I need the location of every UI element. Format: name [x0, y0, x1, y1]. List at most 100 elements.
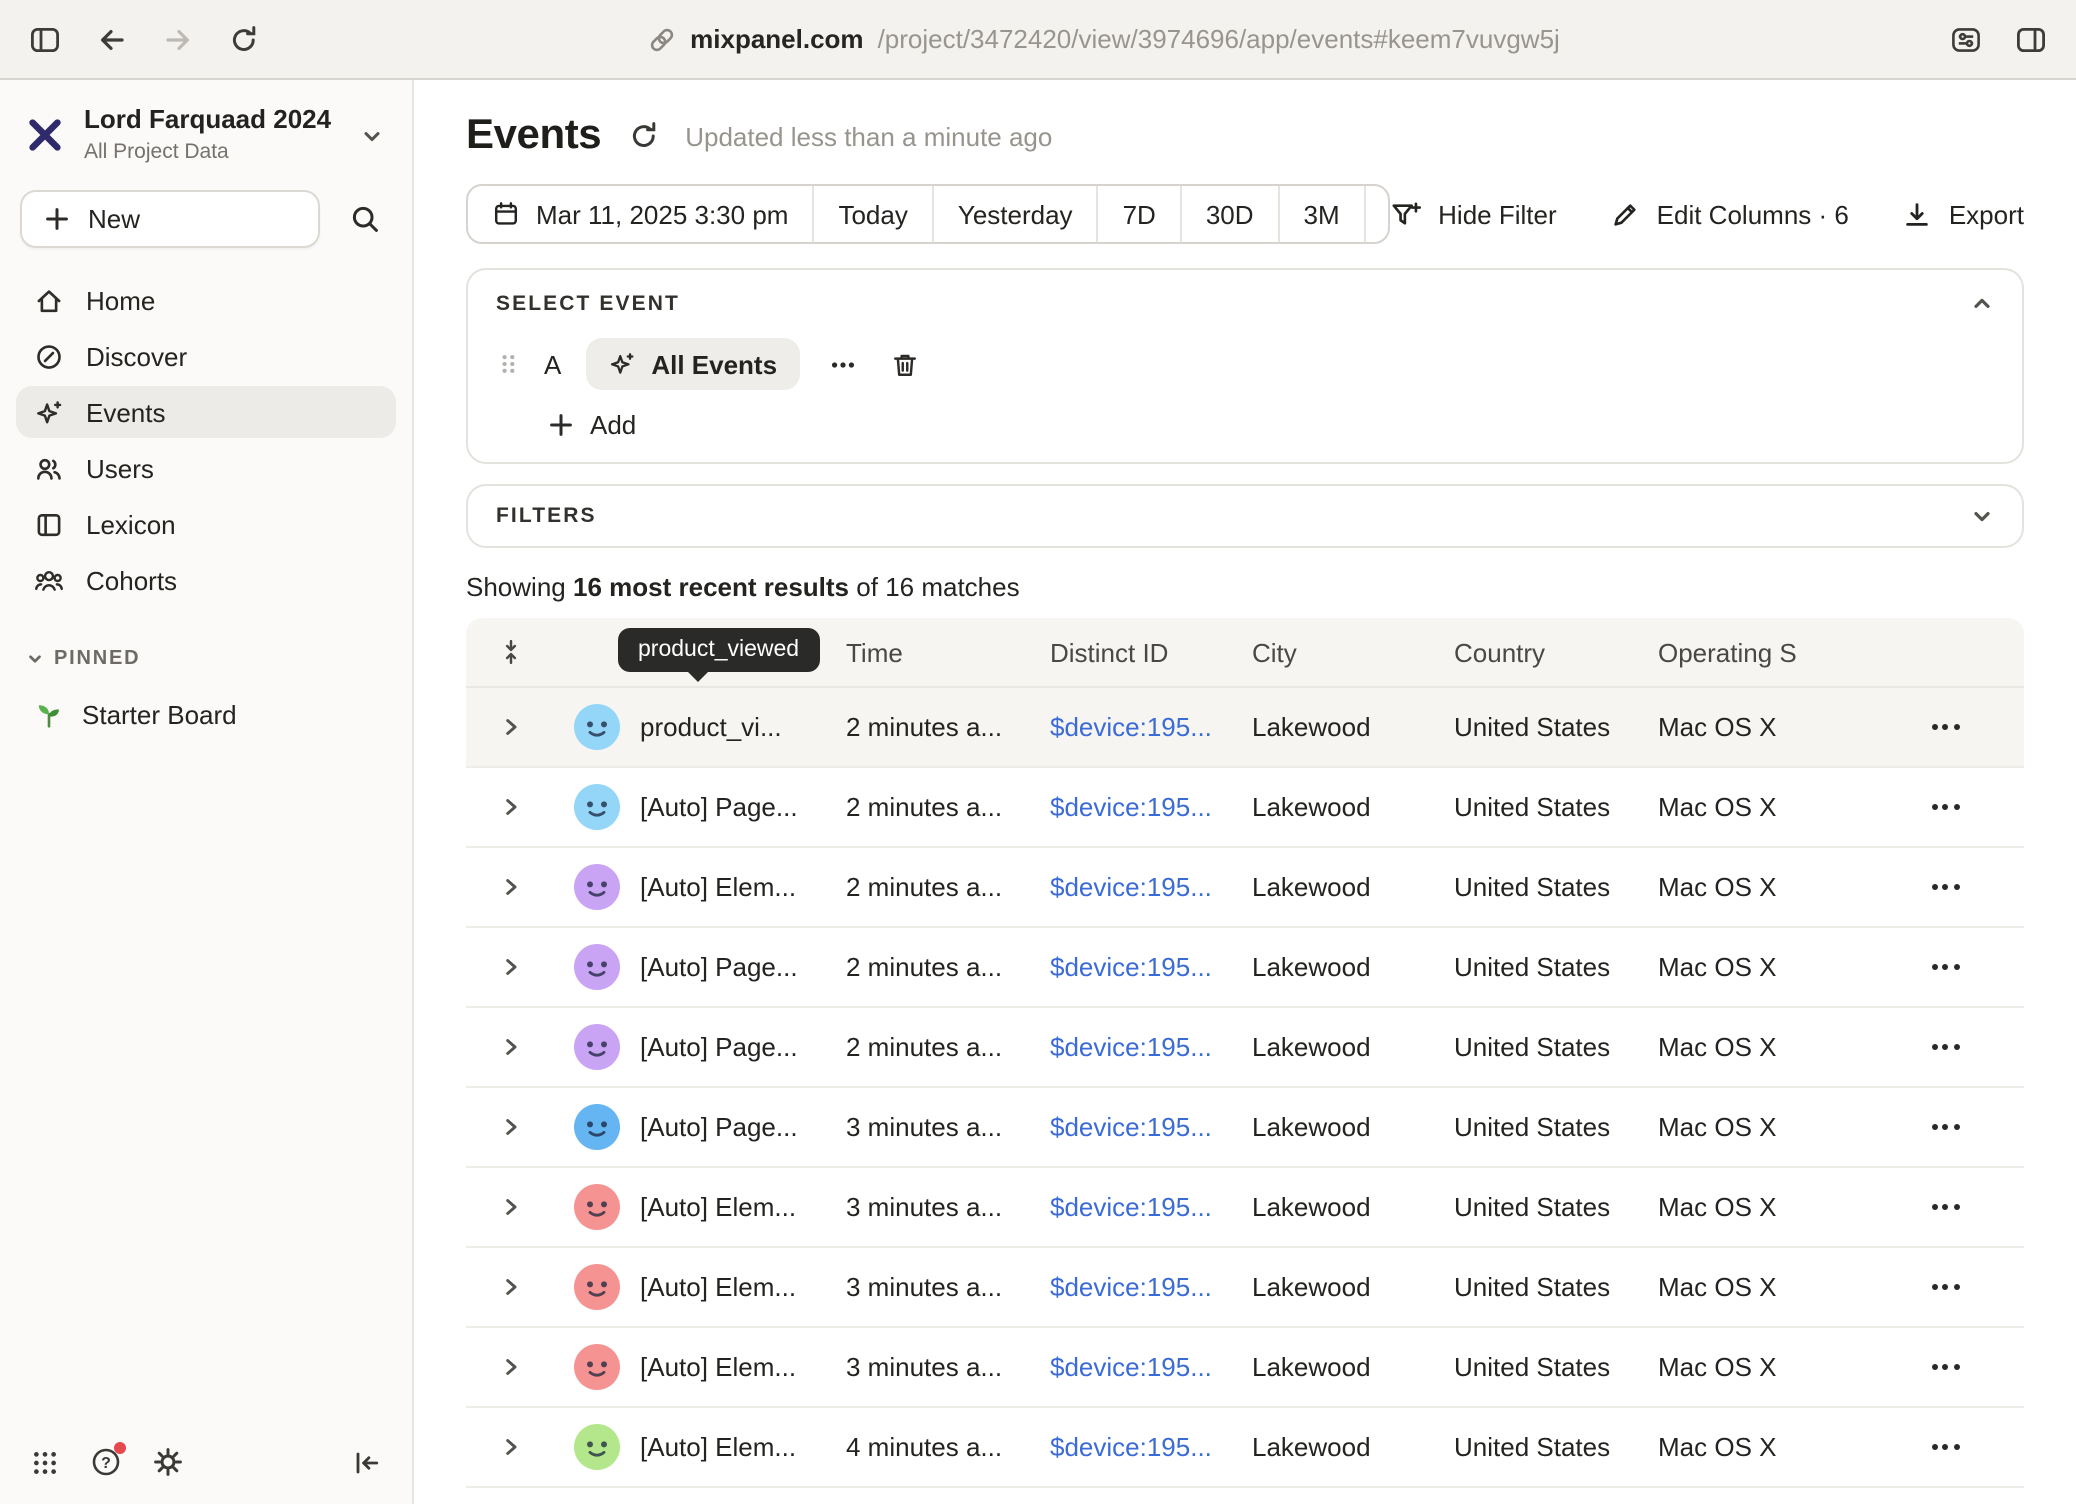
sidebar-toggle-icon[interactable]: [28, 23, 62, 55]
row-actions-icon[interactable]: [1923, 1196, 1967, 1218]
drag-handle-icon[interactable]: [496, 350, 520, 378]
table-row[interactable]: [Auto] Page... 2 minutes a... $device:19…: [466, 1008, 2024, 1088]
sidebar-item-discover[interactable]: Discover: [16, 330, 396, 382]
project-switcher[interactable]: Lord Farquaad 2024 All Project Data: [0, 80, 412, 182]
table-rows: product_vi... 2 minutes a... $device:195…: [466, 688, 2024, 1504]
collapse-sidebar-icon[interactable]: [352, 1447, 382, 1477]
range-today[interactable]: Today: [812, 186, 931, 242]
sidebar-item-lexicon[interactable]: Lexicon: [16, 498, 396, 550]
date-picker[interactable]: Mar 11, 2025 3:30 pm: [468, 186, 812, 242]
sidebar-item-users[interactable]: Users: [16, 442, 396, 494]
edit-columns-button[interactable]: Edit Columns · 6: [1611, 199, 1849, 229]
row-actions-icon[interactable]: [1923, 1276, 1967, 1298]
hide-filter-label: Hide Filter: [1438, 199, 1557, 229]
table-row[interactable]: [Auto] Elem... 3 minutes a... $device:19…: [466, 1168, 2024, 1248]
chevron-right-icon[interactable]: [493, 870, 527, 904]
plus-icon: [44, 206, 70, 232]
range-7d[interactable]: 7D: [1097, 186, 1180, 242]
range-30d[interactable]: 30D: [1180, 186, 1278, 242]
row-actions-icon[interactable]: [1923, 956, 1967, 978]
table-row[interactable]: [Auto] Elem... 4 minutes a... $device:19…: [466, 1408, 2024, 1488]
table-row[interactable]: [Auto] Page... 2 minutes a... $device:19…: [466, 928, 2024, 1008]
distinct-id-link[interactable]: $device:195...: [1050, 1032, 1252, 1062]
trash-icon[interactable]: [885, 345, 923, 383]
hide-filter-button[interactable]: Hide Filter: [1390, 199, 1557, 229]
distinct-id-link[interactable]: $device:195...: [1050, 872, 1252, 902]
sidebar: Lord Farquaad 2024 All Project Data New: [0, 80, 414, 1504]
table-row[interactable]: [Auto] Elem... 2 minutes a... $device:19…: [466, 848, 2024, 928]
table-row[interactable]: [Auto] Elem... 3 minutes a... $device:19…: [466, 1328, 2024, 1408]
row-actions-icon[interactable]: [1923, 1036, 1967, 1058]
add-event-button[interactable]: Add: [548, 410, 636, 440]
sidebar-item-starter-board[interactable]: Starter Board: [16, 688, 396, 740]
chevron-up-icon[interactable]: [1970, 292, 1994, 316]
reload-icon[interactable]: [228, 23, 260, 55]
distinct-id-link[interactable]: $device:195...: [1050, 1432, 1252, 1462]
new-button[interactable]: New: [20, 190, 320, 248]
distinct-id-link[interactable]: $device:195...: [1050, 712, 1252, 742]
gear-icon[interactable]: [152, 1446, 184, 1478]
distinct-id-link[interactable]: $device:195...: [1050, 1272, 1252, 1302]
search-button[interactable]: [336, 192, 392, 246]
col-city: City: [1252, 637, 1454, 667]
extensions-icon[interactable]: [1948, 23, 1984, 55]
city-cell: Lakewood: [1252, 872, 1454, 902]
event-name-cell: [Auto] Page...: [640, 1112, 846, 1142]
split-view-icon[interactable]: [2014, 23, 2048, 55]
collapse-all-icon[interactable]: [497, 638, 523, 666]
distinct-id-link[interactable]: $device:195...: [1050, 1112, 1252, 1142]
table-row[interactable]: product_vi... 2 minutes a... $device:195…: [466, 688, 2024, 768]
pinned-section-header[interactable]: PINNED: [0, 648, 412, 670]
distinct-id-link[interactable]: $device:195...: [1050, 952, 1252, 982]
sidebar-item-home[interactable]: Home: [16, 274, 396, 326]
range-yesterday[interactable]: Yesterday: [932, 186, 1097, 242]
help-icon[interactable]: ?: [90, 1446, 122, 1478]
row-actions-icon[interactable]: [1923, 1356, 1967, 1378]
chevron-right-icon[interactable]: [493, 790, 527, 824]
event-selector-pill[interactable]: All Events: [585, 338, 799, 390]
row-actions-icon[interactable]: [1923, 1116, 1967, 1138]
sparkle-icon: [34, 397, 64, 427]
sidebar-item-cohorts[interactable]: Cohorts: [16, 554, 396, 606]
chevron-right-icon[interactable]: [493, 950, 527, 984]
city-cell: Lakewood: [1252, 1112, 1454, 1142]
export-button[interactable]: Export: [1903, 199, 2024, 229]
event-name-cell: [Auto] Elem...: [640, 1192, 846, 1222]
apps-grid-icon[interactable]: [30, 1447, 60, 1477]
more-options-icon[interactable]: [823, 345, 861, 383]
col-operating-system: Operating S: [1658, 637, 1866, 667]
chevron-down-icon[interactable]: [1970, 504, 1994, 528]
row-actions-icon[interactable]: [1923, 796, 1967, 818]
row-actions-icon[interactable]: [1923, 1436, 1967, 1458]
table-row[interactable]: [Auto] Page... 2 minutes a... $device:19…: [466, 768, 2024, 848]
distinct-id-link[interactable]: $device:195...: [1050, 1352, 1252, 1382]
chevron-right-icon[interactable]: [493, 1270, 527, 1304]
distinct-id-link[interactable]: $device:195...: [1050, 1192, 1252, 1222]
time-cell: 3 minutes a...: [846, 1112, 1050, 1142]
sidebar-item-events[interactable]: Events: [16, 386, 396, 438]
table-row[interactable]: [466, 1488, 2024, 1504]
refresh-icon[interactable]: [627, 120, 659, 152]
tooltip: product_viewed: [618, 628, 819, 672]
range-3m[interactable]: 3M: [1278, 186, 1364, 242]
events-table: product_viewed Time Distinct ID City Cou…: [466, 618, 2024, 1504]
city-cell: Lakewood: [1252, 1192, 1454, 1222]
table-row[interactable]: [Auto] Page... 3 minutes a... $device:19…: [466, 1088, 2024, 1168]
chevron-right-icon[interactable]: [493, 1030, 527, 1064]
table-row[interactable]: [Auto] Elem... 3 minutes a... $device:19…: [466, 1248, 2024, 1328]
row-actions-icon[interactable]: [1923, 716, 1967, 738]
chevron-right-icon[interactable]: [493, 1190, 527, 1224]
chevron-right-icon[interactable]: [493, 1350, 527, 1384]
city-cell: Lakewood: [1252, 1032, 1454, 1062]
chevron-right-icon[interactable]: [493, 1110, 527, 1144]
range-6m[interactable]: 6M: [1364, 186, 1391, 242]
back-icon[interactable]: [96, 23, 128, 55]
forward-icon[interactable]: [162, 23, 194, 55]
filters-title: FILTERS: [496, 504, 597, 528]
chevron-right-icon[interactable]: [493, 710, 527, 744]
chevron-right-icon[interactable]: [493, 1430, 527, 1464]
sidebar-nav: Home Discover Events: [0, 274, 412, 606]
address-bar[interactable]: mixpanel.com/project/3472420/view/397469…: [260, 24, 1948, 54]
distinct-id-link[interactable]: $device:195...: [1050, 792, 1252, 822]
row-actions-icon[interactable]: [1923, 876, 1967, 898]
